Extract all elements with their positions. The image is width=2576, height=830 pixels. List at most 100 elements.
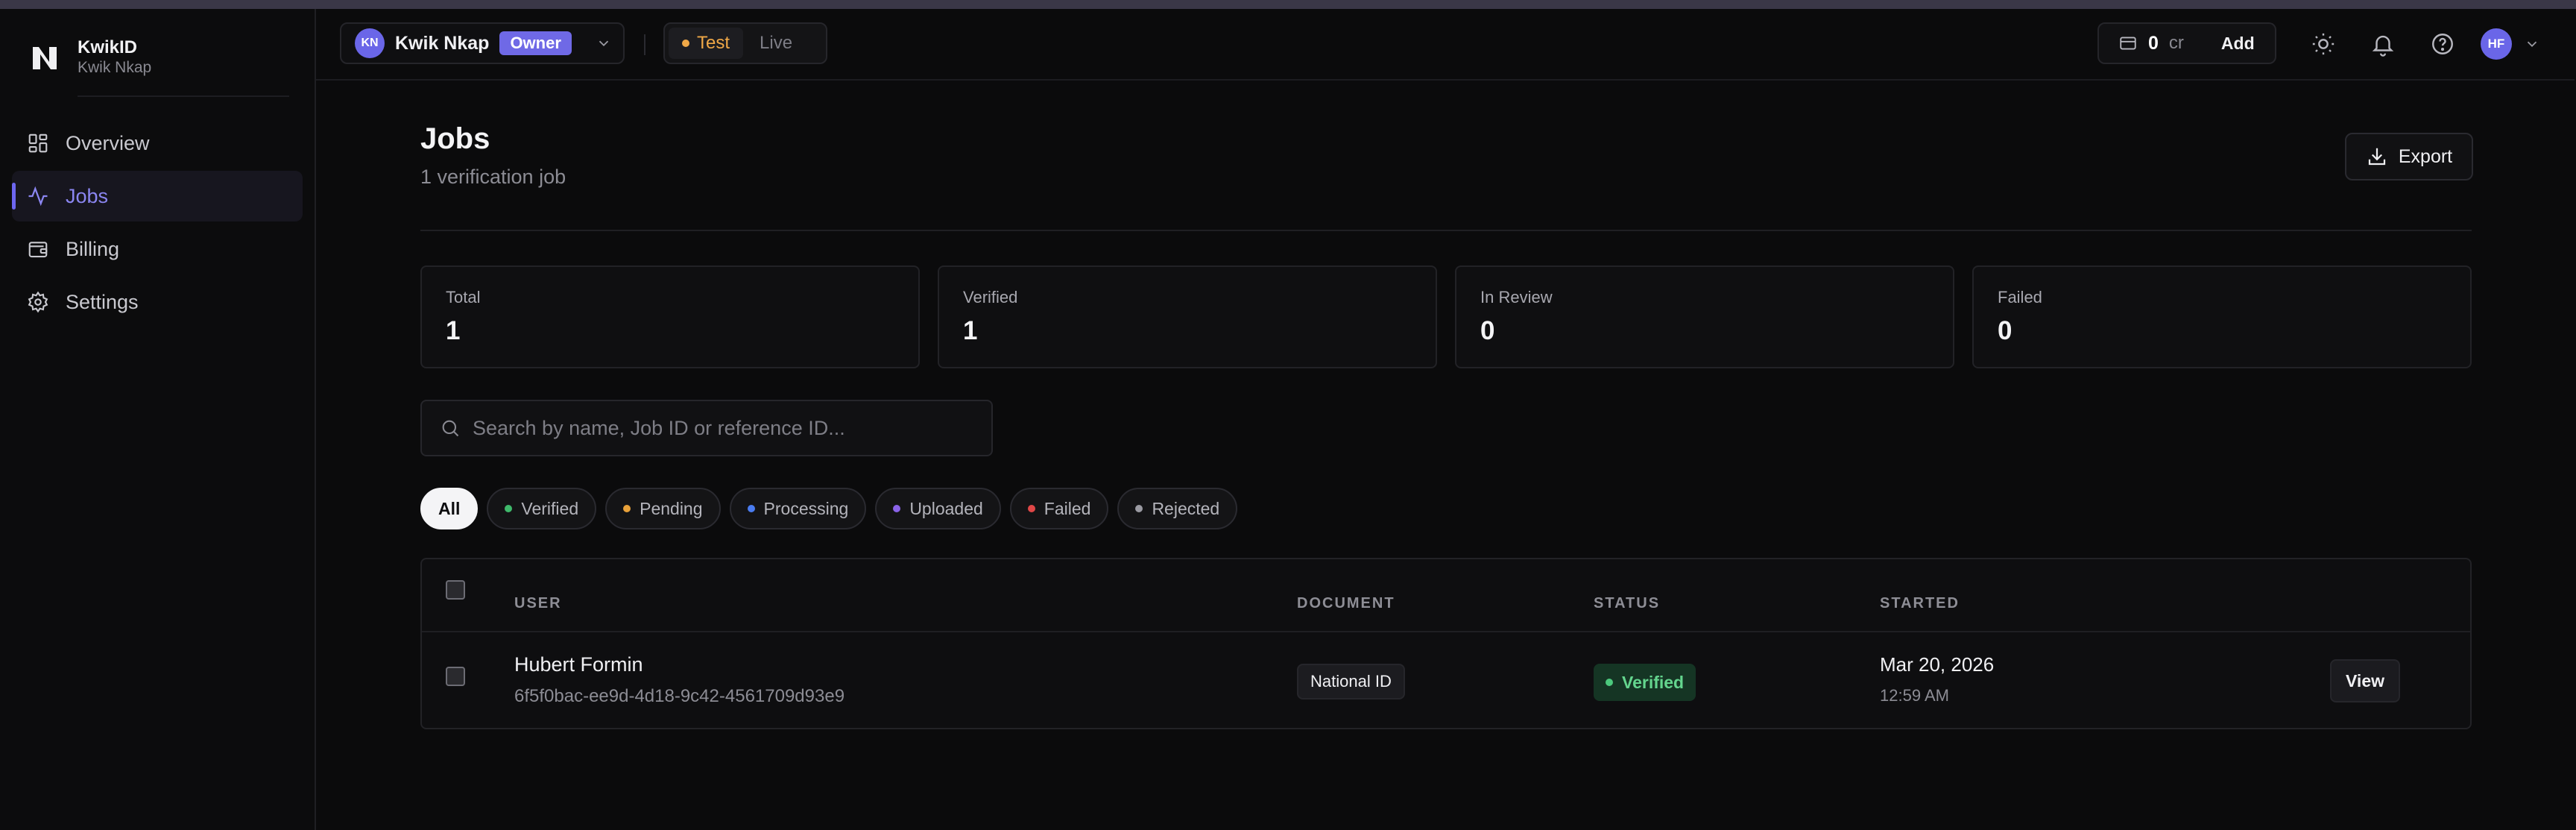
filter-pending[interactable]: Pending [605, 488, 721, 529]
mode-test-button[interactable]: Test [669, 28, 744, 59]
column-header-started[interactable]: STARTED [1880, 595, 1960, 612]
export-label: Export [2398, 145, 2453, 167]
filter-label: Uploaded [909, 498, 983, 518]
brand[interactable]: KwikID Kwik Nkap [27, 37, 151, 78]
row-start-date: Mar 20, 2026 [1880, 653, 1995, 676]
export-button[interactable]: Export [2345, 133, 2473, 180]
sidebar-item-label: Overview [66, 131, 150, 154]
filter-label: Processing [763, 498, 849, 518]
jobs-table: USER DOCUMENT STATUS STARTED Hubert Form… [420, 558, 2472, 729]
sidebar-item-jobs[interactable]: Jobs [12, 171, 303, 221]
status-dot [893, 505, 901, 512]
stat-card-failed: Failed 0 [1972, 265, 2472, 368]
sidebar-divider [78, 95, 289, 97]
credits-unit: cr [2168, 33, 2184, 53]
activity-icon [28, 186, 48, 207]
sidebar-item-label: Settings [66, 290, 139, 313]
stat-value: 1 [446, 316, 461, 345]
select-all-checkbox[interactable] [446, 580, 465, 600]
search-icon [442, 420, 459, 437]
sidebar-item-billing[interactable]: Billing [12, 224, 303, 274]
top-bar: KN Kwik Nkap Owner Test Live 0 cr Add HF [316, 9, 2575, 81]
column-header-status[interactable]: STATUS [1594, 595, 1660, 612]
credits-widget: 0 cr Add [2097, 22, 2276, 64]
filter-verified[interactable]: Verified [487, 488, 597, 529]
filter-label: Failed [1044, 498, 1091, 518]
header-separator [644, 34, 645, 55]
environment-toggle: Test Live [663, 22, 827, 64]
status-dot [1027, 505, 1035, 512]
test-mode-dot [682, 40, 689, 47]
app-shell: KwikID Kwik Nkap Overview Jobs Billing S… [0, 9, 2576, 830]
search-input[interactable] [473, 416, 979, 440]
status-dot [505, 505, 513, 512]
stat-label: Total [446, 288, 481, 306]
filter-label: Pending [640, 498, 703, 518]
brand-name: KwikID [78, 37, 138, 57]
grid-icon [28, 133, 48, 153]
filter-rejected[interactable]: Rejected [1117, 488, 1238, 529]
row-checkbox[interactable] [446, 667, 465, 686]
stat-value: 0 [1480, 316, 1495, 345]
wallet-icon [28, 242, 48, 258]
brand-org: Kwik Nkap [78, 59, 152, 76]
filter-processing[interactable]: Processing [729, 488, 867, 529]
bell-icon[interactable] [2370, 31, 2396, 57]
chevron-down-icon [599, 40, 609, 47]
org-avatar: KN [355, 28, 385, 58]
sidebar: KwikID Kwik Nkap Overview Jobs Billing S… [0, 9, 316, 830]
mode-live-button[interactable]: Live [746, 28, 806, 59]
column-header-user[interactable]: USER [514, 595, 562, 612]
search-box [420, 400, 993, 456]
org-switcher[interactable]: KN Kwik Nkap Owner [340, 22, 625, 64]
sidebar-item-label: Billing [66, 237, 120, 260]
filter-label: Rejected [1152, 498, 1220, 518]
table-row[interactable]: Hubert Formin 6f5f0bac-ee9d-4d18-9c42-45… [422, 632, 2470, 728]
filter-label: Verified [521, 498, 579, 518]
sidebar-item-settings[interactable]: Settings [12, 277, 303, 327]
page-title: Jobs [420, 122, 490, 155]
stat-value: 0 [1998, 316, 2012, 345]
add-credits-button[interactable]: Add [2221, 34, 2255, 54]
document-badge: National ID [1297, 664, 1405, 699]
stat-label: Failed [1998, 288, 2042, 306]
role-badge: Owner [499, 31, 572, 55]
filter-uploaded[interactable]: Uploaded [875, 488, 1001, 529]
kwikid-logo-icon [27, 40, 63, 75]
stat-label: Verified [963, 288, 1018, 306]
org-name: Kwik Nkap [395, 32, 490, 54]
status-dot [1135, 505, 1143, 512]
user-avatar[interactable]: HF [2481, 28, 2512, 60]
column-header-document[interactable]: DOCUMENT [1297, 595, 1395, 612]
sun-icon[interactable] [2311, 31, 2336, 57]
gear-icon [28, 291, 48, 313]
sidebar-nav: Overview Jobs Billing Settings [12, 118, 303, 330]
view-button[interactable]: View [2330, 659, 2400, 702]
status-dot [747, 505, 755, 512]
sidebar-item-overview[interactable]: Overview [12, 118, 303, 169]
mode-label: Live [760, 33, 793, 53]
status-dot [623, 505, 631, 512]
row-job-id: 6f5f0bac-ee9d-4d18-9c42-4561709d93e9 [514, 686, 845, 706]
sidebar-item-label: Jobs [66, 184, 109, 207]
main-content: KN Kwik Nkap Owner Test Live 0 cr Add HF… [316, 9, 2576, 830]
stats-row: Total 1 Verified 1 In Review 0 Failed 0 [420, 265, 2472, 368]
status-label: Verified [1622, 672, 1685, 692]
credits-value: 0 [2148, 32, 2159, 54]
status-badge: Verified [1594, 664, 1696, 701]
status-filters: All Verified Pending Processing Uploaded… [420, 488, 1238, 529]
credit-card-icon [2120, 37, 2136, 50]
filter-label: All [438, 498, 461, 518]
row-start-time: 12:59 AM [1880, 686, 1949, 705]
stat-label: In Review [1480, 288, 1553, 306]
stat-card-in-review: In Review 0 [1455, 265, 1954, 368]
stat-card-verified: Verified 1 [938, 265, 1437, 368]
help-icon[interactable] [2430, 31, 2455, 57]
row-user-name: Hubert Formin [514, 653, 643, 676]
filter-all[interactable]: All [420, 488, 479, 529]
section-divider [420, 230, 2472, 231]
chevron-down-icon[interactable] [2524, 36, 2540, 52]
status-dot [1606, 679, 1613, 686]
filter-failed[interactable]: Failed [1009, 488, 1109, 529]
window-top-strip [0, 0, 2576, 9]
